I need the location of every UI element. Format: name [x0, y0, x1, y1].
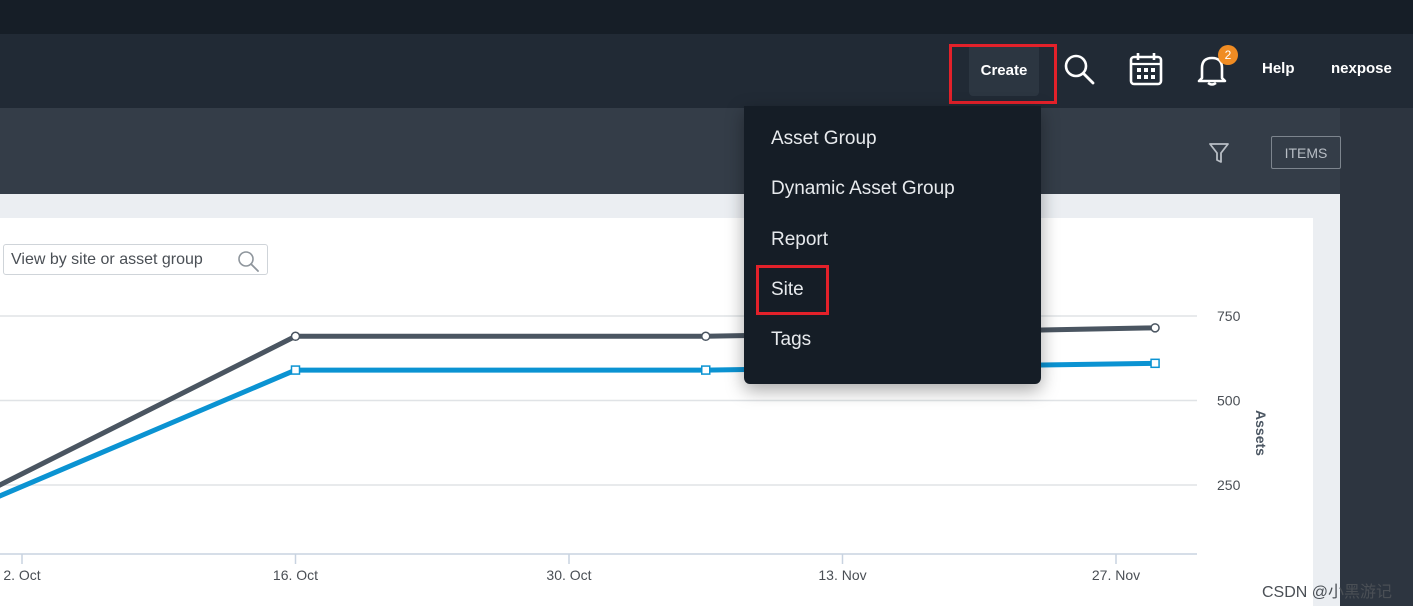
- create-highlight-box: [949, 44, 1057, 104]
- search-icon[interactable]: [1062, 52, 1096, 86]
- site-search-box[interactable]: [3, 244, 268, 275]
- menu-item-asset-group[interactable]: Asset Group: [771, 128, 877, 150]
- chart-x-axis: 2. Oct 16. Oct 30. Oct 13. Nov 27. Nov: [0, 553, 1197, 583]
- series-1-point-0: [290, 365, 301, 375]
- menu-item-report[interactable]: Report: [771, 229, 828, 251]
- site-highlight-box: [756, 265, 829, 315]
- site-search-input[interactable]: [11, 250, 226, 269]
- menu-item-tags[interactable]: Tags: [771, 329, 811, 351]
- series-1-point-1: [701, 365, 711, 375]
- filter-icon[interactable]: [1208, 141, 1230, 165]
- y-axis-label: Assets: [1253, 410, 1269, 456]
- x-tick-label-0: 2. Oct: [3, 567, 40, 583]
- watermark: CSDN @小黑游记: [1262, 584, 1393, 601]
- y-tick-250: 250: [1217, 477, 1241, 493]
- help-link[interactable]: Help: [1262, 60, 1295, 77]
- asset-trend-chart: 2. Oct 16. Oct 30. Oct 13. Nov 27. Nov 250 50…: [0, 308, 1269, 583]
- create-dropdown-menu: Asset Group Dynamic Asset Group Report S…: [744, 106, 1041, 384]
- series-0-point-0: [290, 331, 301, 342]
- items-button[interactable]: ITEMS: [1271, 136, 1341, 169]
- series-1-point-2: [1150, 358, 1160, 369]
- notification-badge: 2: [1218, 45, 1238, 65]
- x-tick-label-2: 30. Oct: [546, 567, 591, 583]
- right-panel: [1340, 108, 1413, 606]
- calendar-icon[interactable]: [1128, 51, 1164, 87]
- series-0-point-1: [701, 331, 711, 342]
- x-tick-label-3: 13. Nov: [818, 567, 866, 583]
- series-0-point-2: [1150, 323, 1160, 333]
- x-tick-label-1: 16. Oct: [273, 567, 318, 583]
- menu-item-dynamic-asset-group[interactable]: Dynamic Asset Group: [771, 178, 955, 200]
- y-tick-500: 500: [1217, 393, 1241, 409]
- chart-y-ticks: 250 500 750: [1217, 308, 1241, 493]
- sub-toolbar: [0, 108, 1340, 194]
- magnifier-icon[interactable]: [236, 249, 260, 273]
- x-tick-label-4: 27. Nov: [1092, 567, 1140, 583]
- user-menu[interactable]: nexpose: [1331, 60, 1392, 77]
- y-tick-750: 750: [1217, 308, 1241, 324]
- top-strip: [0, 0, 1413, 34]
